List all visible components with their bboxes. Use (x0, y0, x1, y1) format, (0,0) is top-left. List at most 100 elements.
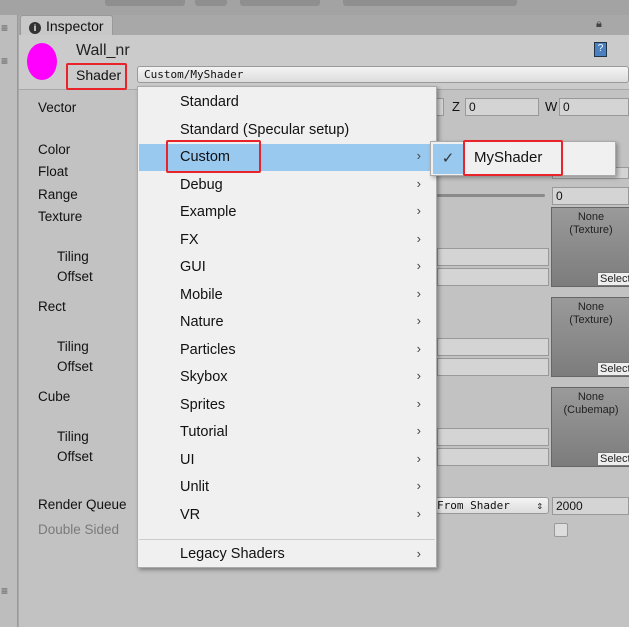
left-panel-strip (0, 15, 18, 627)
menu-item-label: GUI (180, 259, 206, 275)
slot-text: None (Cubemap) (563, 391, 619, 416)
texture-slot[interactable]: None (Texture) Select (551, 207, 629, 287)
chevron-right-icon: › (416, 313, 421, 328)
tiling-field[interactable] (437, 428, 549, 446)
menu-item-tutorial[interactable]: Tutorial › (139, 419, 435, 446)
menu-item-label: Particles (180, 341, 236, 358)
menu-item-label: Nature (180, 314, 224, 330)
double-sided-label: Double Sided (38, 522, 120, 537)
menu-item-label: Tutorial (180, 424, 228, 440)
offset-field[interactable] (437, 358, 549, 376)
menu-item-skybox[interactable]: Skybox › (139, 364, 435, 391)
check-icon: ✓ (433, 144, 463, 174)
chevron-right-icon: › (416, 285, 421, 301)
vector-z-field[interactable]: 0 (465, 98, 539, 116)
w-label: W (545, 99, 558, 114)
tab-inspector[interactable]: i Inspector (20, 15, 113, 36)
range-label: Range (38, 187, 78, 202)
panel-menu-icon[interactable]: ≡ (1, 55, 13, 67)
select-button[interactable]: Select (597, 362, 629, 376)
top-toolbar (0, 0, 629, 15)
help-icon[interactable]: ? (594, 42, 607, 57)
shader-dropdown[interactable]: Custom/MyShader (137, 66, 629, 83)
menu-item-mobile[interactable]: Mobile › (139, 282, 435, 309)
chevron-right-icon: › (416, 546, 421, 561)
chevron-right-icon: › (416, 423, 421, 438)
offset-label: Offset (57, 269, 93, 284)
menu-item-label: Example (180, 204, 237, 220)
updown-icon: ⇕ (536, 499, 543, 512)
material-preview (27, 43, 57, 80)
chevron-right-icon: › (416, 478, 421, 493)
rect-slot[interactable]: None (Texture) Select (551, 297, 629, 377)
tiling-label: Tiling (57, 429, 89, 444)
tiling-label: Tiling (57, 249, 89, 264)
offset-field[interactable] (437, 448, 549, 466)
menu-item-label: FX (180, 231, 199, 248)
offset-label: Offset (57, 359, 93, 374)
menu-item-label: Legacy Shaders (180, 546, 285, 562)
select-button[interactable]: Select (597, 272, 629, 286)
menu-item-nature[interactable]: Nature › (139, 309, 435, 336)
color-label: Color (38, 142, 71, 157)
chevron-right-icon: › (416, 340, 421, 356)
z-label: Z (452, 99, 460, 114)
menu-item-label: Unlit (180, 479, 210, 495)
cube-label: Cube (38, 389, 71, 404)
menu-item-particles[interactable]: Particles › (139, 337, 435, 364)
tiling-field[interactable] (437, 248, 549, 266)
menu-item-label: Mobile (180, 286, 223, 303)
render-queue-label: Render Queue (38, 497, 127, 512)
panel-menu-icon[interactable]: ≡ (1, 22, 13, 34)
vector-w-field[interactable]: 0 (559, 98, 629, 116)
menu-item-debug[interactable]: Debug › (139, 172, 435, 199)
menu-item-label: Skybox (180, 369, 228, 385)
offset-label: Offset (57, 449, 93, 464)
menu-item-ui[interactable]: UI › (139, 447, 435, 474)
menu-item-unlit[interactable]: Unlit › (139, 474, 435, 501)
menu-item-legacy-shaders[interactable]: Legacy Shaders › (139, 539, 435, 568)
chevron-right-icon: › (416, 148, 421, 163)
rect-label: Rect (38, 299, 66, 314)
tiling-label: Tiling (57, 339, 89, 354)
range-slider[interactable] (437, 194, 545, 197)
render-queue-dropdown[interactable]: From Shader ⇕ (430, 497, 549, 514)
menu-item-label: Sprites (180, 396, 226, 413)
slot-text: None (Texture) (569, 211, 613, 236)
render-queue-field[interactable]: 2000 (552, 497, 629, 515)
texture-label: Texture (38, 209, 83, 224)
tab-title: Inspector (46, 18, 104, 34)
cube-slot[interactable]: None (Cubemap) Select (551, 387, 629, 467)
info-icon: i (29, 22, 41, 34)
shader-label: Shader (76, 67, 122, 83)
chevron-right-icon: › (416, 395, 421, 411)
lock-icon[interactable]: 🔒︎ (596, 18, 602, 31)
offset-field[interactable] (437, 268, 549, 286)
menu-item-standard[interactable]: Standard (139, 89, 435, 116)
chevron-right-icon: › (416, 368, 421, 383)
menu-item-label: Standard (180, 94, 239, 110)
slot-text: None (Texture) (569, 301, 613, 326)
range-value-field[interactable]: 0 (552, 187, 629, 205)
menu-item-label: Standard (Specular setup) (180, 121, 350, 138)
chevron-right-icon: › (416, 175, 421, 191)
menu-item-fx[interactable]: FX › (139, 227, 435, 254)
menu-item-vr[interactable]: VR › (139, 502, 435, 529)
chevron-right-icon: › (416, 230, 421, 246)
material-name: Wall_nr (76, 42, 130, 59)
panel-menu-icon[interactable]: ≡ (1, 585, 13, 597)
float-label: Float (38, 164, 69, 179)
menu-item-label: UI (180, 451, 195, 468)
menu-item-gui[interactable]: GUI › (139, 254, 435, 281)
tiling-field[interactable] (437, 338, 549, 356)
menu-item-sprites[interactable]: Sprites › (139, 392, 435, 419)
chevron-right-icon: › (416, 450, 421, 466)
double-sided-checkbox[interactable] (554, 523, 568, 537)
shader-value: Custom/MyShader (144, 68, 244, 81)
chevron-right-icon: › (416, 505, 421, 521)
menu-item-example[interactable]: Example › (139, 199, 435, 226)
menu-item-label: Debug (180, 176, 223, 193)
annotation-box (463, 140, 563, 176)
chevron-right-icon: › (416, 258, 421, 273)
select-button[interactable]: Select (597, 452, 629, 466)
